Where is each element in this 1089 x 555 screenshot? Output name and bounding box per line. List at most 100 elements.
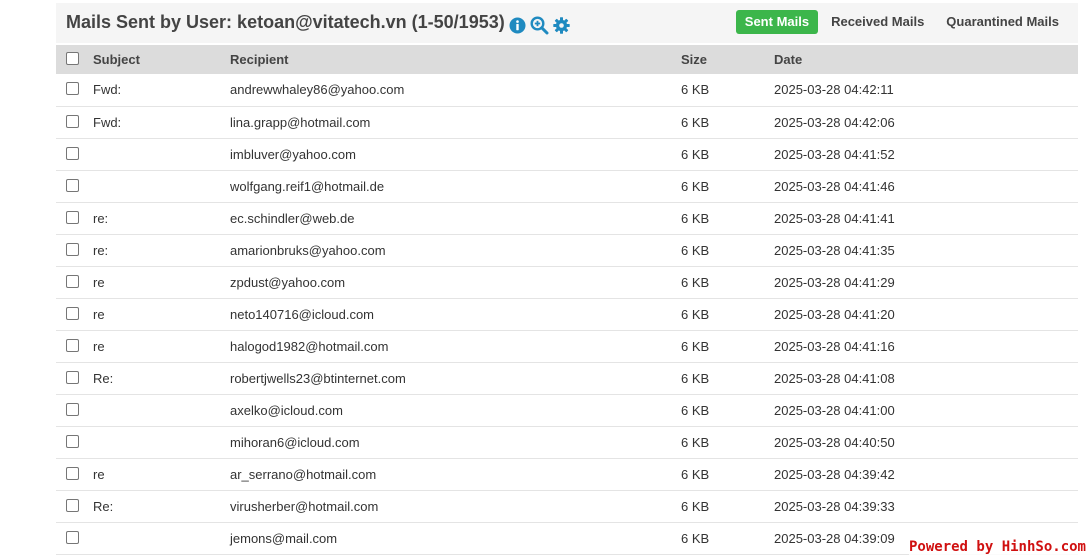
row-checkbox-cell	[56, 74, 93, 106]
cell-subject: re	[93, 466, 105, 482]
cell-size: 6 KB	[681, 466, 710, 482]
cell-subject: re	[93, 274, 105, 290]
cell-subject: Re:	[93, 498, 114, 514]
row-checkbox-cell	[56, 458, 93, 490]
table-row[interactable]: re zpdust@yahoo.com 6 KB 2025-03-28 04:41:2…	[56, 266, 1078, 298]
row-checkbox-cell	[56, 170, 93, 202]
row-checkbox[interactable]	[66, 210, 79, 224]
row-checkbox[interactable]	[66, 146, 79, 160]
row-checkbox-cell	[56, 266, 93, 298]
cell-subject	[93, 522, 230, 554]
tab-quarantined-mails[interactable]: Quarantined Mails	[937, 10, 1068, 34]
info-icon[interactable]	[509, 17, 526, 34]
select-all-checkbox[interactable]	[66, 52, 79, 66]
tab-received-mails[interactable]: Received Mails	[822, 10, 933, 34]
select-all-cell	[56, 45, 93, 74]
zoom-in-icon[interactable]	[530, 15, 549, 35]
row-checkbox[interactable]	[66, 530, 79, 544]
column-header-recipient[interactable]: Recipient	[230, 45, 681, 74]
row-checkbox[interactable]	[66, 114, 79, 128]
cell-size: 6 KB	[681, 530, 710, 546]
row-checkbox[interactable]	[66, 498, 79, 512]
cell-recipient: halogod1982@hotmail.com	[230, 338, 389, 354]
table-row[interactable]: axelko@icloud.com 6 KB 2025-03-28 04:41:00	[56, 394, 1078, 426]
cell-recipient: ar_serrano@hotmail.com	[230, 466, 377, 482]
row-checkbox-cell	[56, 394, 93, 426]
row-checkbox[interactable]	[66, 338, 79, 352]
tab-sent-mails[interactable]: Sent Mails	[735, 10, 819, 34]
table-row[interactable]: re: ec.schindler@web.de 6 KB 2025-03-28 04:…	[56, 202, 1078, 234]
cell-size: 6 KB	[681, 402, 710, 418]
cell-subject: Fwd:	[93, 82, 122, 98]
row-checkbox-cell	[56, 426, 93, 458]
cell-date: 2025-03-28 04:41:46	[774, 178, 895, 194]
cell-recipient: robertjwells23@btinternet.com	[230, 370, 406, 386]
cell-date: 2025-03-28 04:42:06	[774, 114, 895, 130]
row-checkbox[interactable]	[66, 370, 79, 384]
cell-date: 2025-03-28 04:41:29	[774, 274, 895, 290]
table-row[interactable]: Fwd: lina.grapp@hotmail.com 6 KB 2025-03-28…	[56, 106, 1078, 138]
cell-date: 2025-03-28 04:41:52	[774, 146, 895, 162]
page-title: Mails Sent by User: ketoan@vitatech.vn (…	[66, 12, 505, 32]
row-checkbox-cell	[56, 490, 93, 522]
row-checkbox[interactable]	[66, 466, 79, 480]
table-row[interactable]: re: amarionbruks@yahoo.com 6 KB 2025-03-28 …	[56, 234, 1078, 266]
row-checkbox[interactable]	[66, 434, 79, 448]
mail-table: Subject Recipient Size Date Fwd: andrewwh…	[56, 45, 1078, 555]
cell-date: 2025-03-28 04:42:11	[774, 82, 894, 98]
cell-recipient: mihoran6@icloud.com	[230, 434, 360, 450]
cell-recipient: jemons@mail.com	[230, 530, 338, 546]
cell-size: 6 KB	[681, 146, 710, 162]
column-header-date[interactable]: Date	[774, 45, 1078, 74]
cell-size: 6 KB	[681, 434, 710, 450]
cell-date: 2025-03-28 04:41:35	[774, 242, 895, 258]
cell-subject	[93, 394, 230, 426]
table-row[interactable]: Fwd: andrewwhaley86@yahoo.com 6 KB 2025-03-…	[56, 74, 1078, 106]
cell-date: 2025-03-28 04:40:50	[774, 434, 895, 450]
row-checkbox[interactable]	[66, 402, 79, 416]
cell-subject: re:	[93, 242, 109, 258]
cell-date: 2025-03-28 04:39:42	[774, 466, 895, 482]
row-checkbox[interactable]	[66, 274, 79, 288]
cell-size: 6 KB	[681, 498, 710, 514]
cell-size: 6 KB	[681, 178, 710, 194]
row-checkbox-cell	[56, 106, 93, 138]
cell-size: 6 KB	[681, 210, 710, 226]
column-header-size[interactable]: Size	[681, 45, 774, 74]
table-row[interactable]: Re: virusherber@hotmail.com 6 KB 2025-03-28…	[56, 490, 1078, 522]
cell-size: 6 KB	[681, 274, 710, 290]
table-row[interactable]: re neto140716@icloud.com 6 KB 2025-03-28 04…	[56, 298, 1078, 330]
cell-subject: re:	[93, 210, 109, 226]
cell-subject	[93, 426, 230, 458]
row-checkbox[interactable]	[66, 306, 79, 320]
cell-date: 2025-03-28 04:41:41	[774, 210, 895, 226]
row-checkbox-cell	[56, 330, 93, 362]
cell-size: 6 KB	[681, 82, 710, 98]
column-header-subject[interactable]: Subject	[93, 45, 230, 74]
gear-icon[interactable]	[553, 16, 570, 34]
mail-tabs: Sent Mails Received Mails Quarantined Ma…	[735, 10, 1068, 34]
row-checkbox[interactable]	[66, 242, 79, 256]
row-checkbox-cell	[56, 202, 93, 234]
table-row[interactable]: Re: robertjwells23@btinternet.com 6 KB 2025…	[56, 362, 1078, 394]
table-row[interactable]: imbluver@yahoo.com 6 KB 2025-03-28 04:41:5…	[56, 138, 1078, 170]
table-row[interactable]: mihoran6@icloud.com 6 KB 2025-03-28 04:40:…	[56, 426, 1078, 458]
table-row[interactable]: re halogod1982@hotmail.com 6 KB 2025-03-28 …	[56, 330, 1078, 362]
cell-recipient: zpdust@yahoo.com	[230, 274, 346, 290]
row-checkbox[interactable]	[66, 178, 79, 192]
watermark: Powered by HinhSo.com	[908, 539, 1086, 555]
cell-size: 6 KB	[681, 306, 710, 322]
cell-recipient: axelko@icloud.com	[230, 402, 343, 418]
title-icons	[509, 15, 570, 35]
table-row[interactable]: re ar_serrano@hotmail.com 6 KB 2025-03-28 0…	[56, 458, 1078, 490]
cell-recipient: neto140716@icloud.com	[230, 306, 375, 322]
cell-recipient: amarionbruks@yahoo.com	[230, 242, 386, 258]
cell-subject	[93, 138, 230, 170]
cell-size: 6 KB	[681, 338, 710, 354]
row-checkbox[interactable]	[66, 82, 79, 96]
table-row[interactable]: wolfgang.reif1@hotmail.de 6 KB 2025-03-28 …	[56, 170, 1078, 202]
cell-recipient: lina.grapp@hotmail.com	[230, 114, 371, 130]
cell-recipient: ec.schindler@web.de	[230, 210, 355, 226]
cell-size: 6 KB	[681, 370, 710, 386]
cell-size: 6 KB	[681, 242, 710, 258]
